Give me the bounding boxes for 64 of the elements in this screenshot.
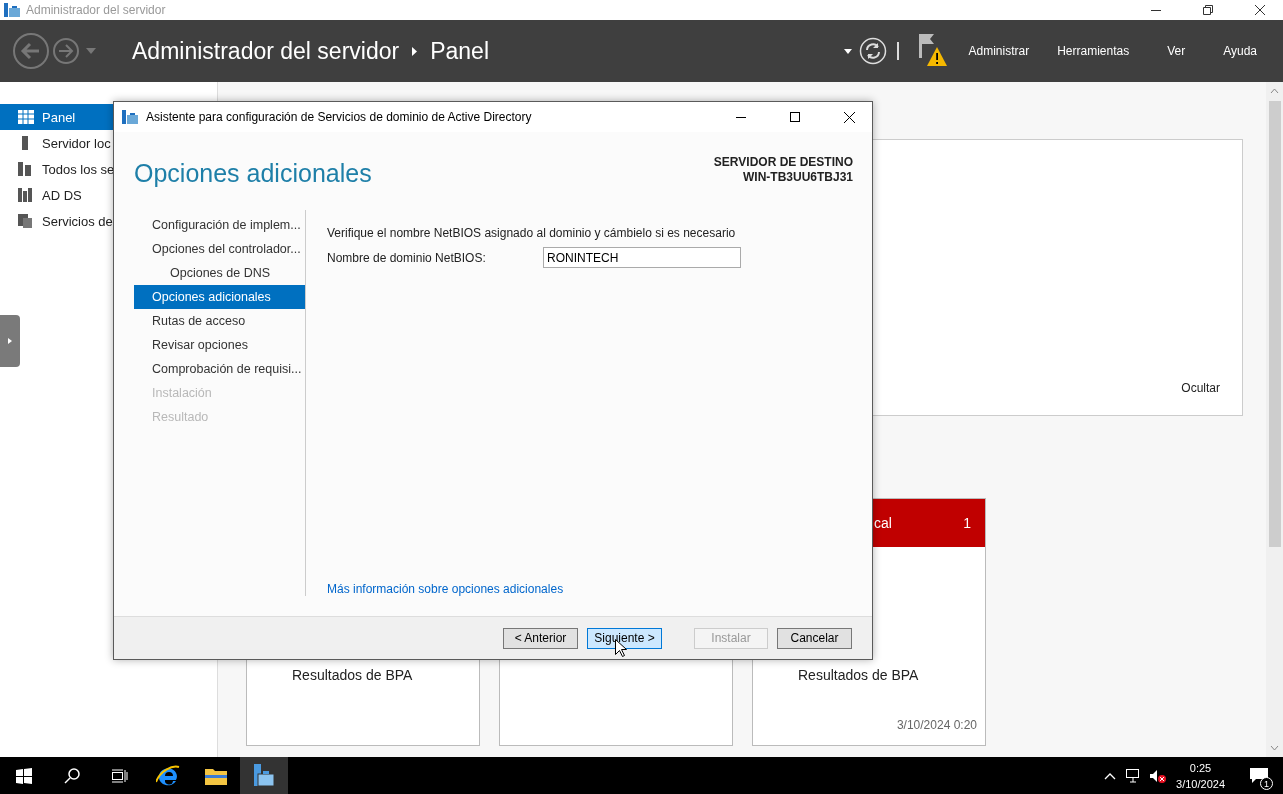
wizard-step[interactable]: Comprobación de requisi...	[134, 357, 305, 381]
file-server-icon	[18, 214, 34, 228]
wizard-button[interactable]: Siguiente >	[587, 627, 662, 649]
minimize-icon	[1151, 9, 1161, 11]
panel-toggle-tab[interactable]	[0, 315, 20, 367]
wizard-step[interactable]: Opciones adicionales	[134, 285, 305, 309]
notification-count: 1	[1260, 777, 1273, 790]
clock-date[interactable]: 3/10/2024	[1176, 775, 1225, 792]
wizard-step[interactable]: Opciones del controlador...	[134, 237, 305, 261]
expand-arrow-icon	[8, 338, 12, 344]
description-text: Verifique el nombre NetBIOS asignado al dominio y cámbielo si es necesario	[327, 226, 737, 240]
minimize-icon	[736, 116, 746, 118]
directory-icon	[18, 188, 34, 202]
netbios-field[interactable]: RONINTECH	[543, 247, 741, 268]
server-manager-icon	[122, 110, 138, 124]
menu-item[interactable]: Ayuda	[1209, 44, 1271, 58]
close-icon	[1255, 5, 1265, 15]
wizard-step[interactable]: Configuración de implem...	[134, 213, 305, 237]
menu-item[interactable]: Herramientas	[1043, 44, 1144, 58]
servers-icon	[18, 162, 34, 176]
bpa-results: Resultados de BPA	[798, 667, 920, 683]
menu-item[interactable]: Administrar	[954, 44, 1044, 58]
chevron-up-icon[interactable]	[1104, 771, 1117, 780]
sidebar-label: AD DS	[42, 187, 82, 203]
sidebar-item[interactable]: Servidor loc	[0, 130, 217, 156]
scrollbar[interactable]	[1266, 82, 1283, 757]
page-title: Opciones adicionales	[134, 159, 372, 189]
tile-title: cal	[874, 515, 892, 531]
target-label: SERVIDOR DE DESTINO	[713, 155, 853, 170]
wizard-step[interactable]: Rutas de acceso	[134, 309, 305, 333]
server-manager-icon[interactable]	[240, 757, 288, 794]
window-title: Administrador del servidor	[26, 3, 167, 17]
close-icon	[843, 111, 855, 123]
sidebar-label: Servicios de	[42, 213, 113, 229]
server-manager-icon	[4, 3, 20, 17]
sidebar-label: Servidor loc	[42, 135, 111, 151]
muted-speaker-icon[interactable]	[1150, 768, 1167, 783]
wizard-step[interactable]: Opciones de DNS	[134, 261, 305, 285]
hide-link[interactable]: Ocultar	[1181, 381, 1220, 395]
refresh-icon[interactable]	[859, 37, 888, 65]
maximize-icon	[790, 112, 800, 122]
breadcrumb-page: Panel	[430, 37, 490, 65]
wizard-step[interactable]: Revisar opciones	[134, 333, 305, 357]
dropdown-caret-icon[interactable]	[844, 48, 853, 54]
wizard-button[interactable]: Cancelar	[777, 627, 852, 649]
more-info-link[interactable]: Más información sobre opciones adicionales	[327, 582, 872, 596]
sidebar-label: Todos los se	[42, 161, 115, 177]
menu-item[interactable]: Ver	[1143, 44, 1210, 58]
clock-time[interactable]: 0:25	[1189, 759, 1212, 776]
separator-icon	[897, 42, 900, 60]
breadcrumb-arrow-icon	[412, 46, 418, 56]
restore-icon	[1203, 5, 1213, 15]
field-label: Nombre de dominio NetBIOS:	[327, 250, 487, 265]
bpa-results: Resultados de BPA	[292, 667, 414, 683]
target-server: WIN-TB3UU6TBJ31	[743, 170, 853, 185]
tile-count: 1	[963, 515, 971, 531]
sidebar-label: Panel	[42, 109, 76, 125]
tile-timestamp: 3/10/2024 0:20	[896, 718, 977, 732]
scrollbar-thumb[interactable]	[1268, 101, 1281, 547]
flag-warning-icon[interactable]	[918, 33, 949, 69]
notification-icon[interactable]: 1	[1235, 757, 1283, 794]
wizard-button[interactable]: < Anterior	[503, 627, 578, 649]
breadcrumb-title: Administrador del servidor	[132, 37, 400, 65]
dashboard-grid-icon	[18, 110, 34, 124]
